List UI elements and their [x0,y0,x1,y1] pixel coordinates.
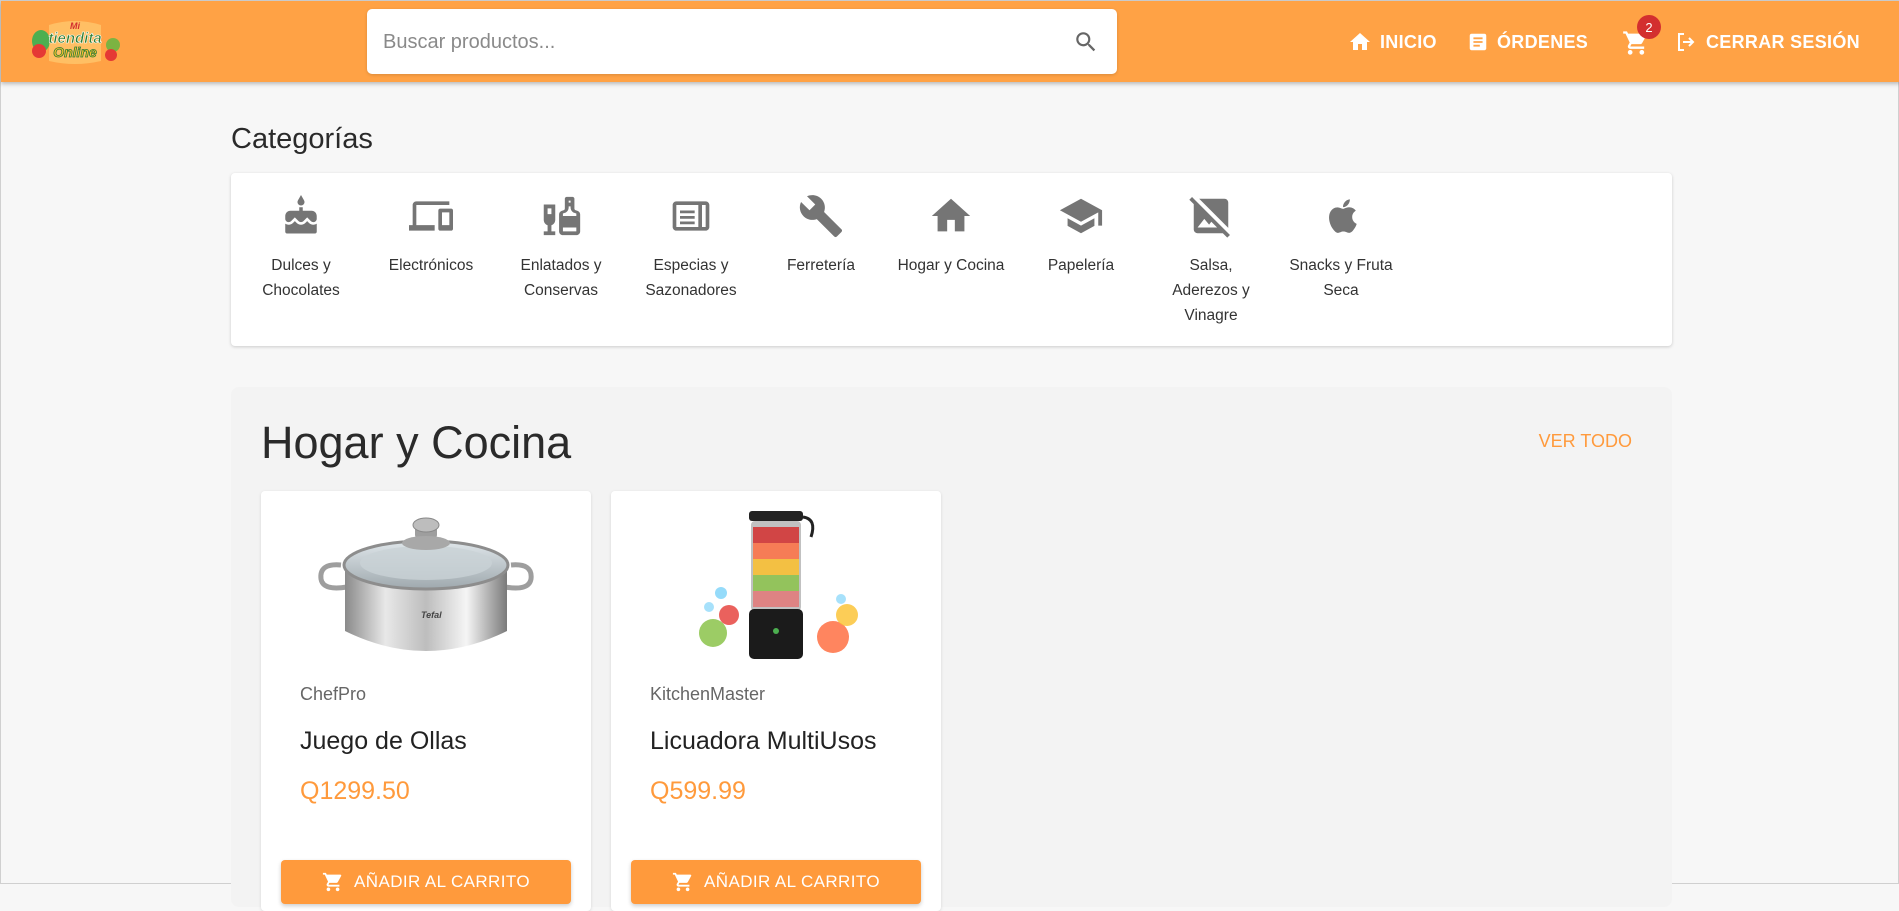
receipt-icon [1469,33,1487,51]
home-icon [928,193,974,239]
nav-orders-button[interactable]: ÓRDENES [1467,27,1588,57]
search-input[interactable] [381,9,1045,76]
product-price: Q1299.50 [300,777,410,805]
logout-icon [1678,33,1695,51]
nav-home-button[interactable]: INICIO [1348,27,1437,57]
shopping-cart-icon [672,872,692,892]
product-name[interactable]: Licuadora MultiUsos [650,727,877,756]
add-to-cart-label: AÑADIR AL CARRITO [704,872,880,891]
category-item-electronics[interactable]: Electrónicos [376,193,486,278]
app-bar: Mi tiendita Online INICIO ÓRDENES 2 CERR… [1,1,1899,82]
nav-orders-label: ÓRDENES [1497,31,1589,52]
product-card[interactable]: Tefal ChefPro Juego de Ollas Q1299.50 AÑ… [261,491,591,911]
logo-text-bottom: Online [53,44,97,60]
product-brand: KitchenMaster [650,684,766,704]
category-label: Salsa, Aderezos y Vinagre [1172,257,1250,324]
category-section: Hogar y Cocina VER TODO Tefal ChefPro Ju… [231,387,1672,911]
product-image-cooking-pot[interactable]: Tefal [301,503,551,665]
category-item-snacks[interactable]: Snacks y Fruta Seca [1286,193,1396,303]
wrench-icon [798,193,844,239]
category-label: Snacks y Fruta Seca [1289,257,1393,299]
categories-title: Categorías [231,123,373,155]
search-icon[interactable] [1071,27,1101,57]
category-item-hardware[interactable]: Ferretería [766,193,876,278]
microwave-icon [668,193,714,239]
see-all-link[interactable]: VER TODO [1539,431,1632,452]
cake-icon [278,193,324,239]
category-label: Ferretería [786,257,856,274]
category-item-sweets[interactable]: Dulces y Chocolates [246,193,356,303]
shopping-cart-icon [322,872,342,892]
add-to-cart-button[interactable]: AÑADIR AL CARRITO [281,860,571,904]
apple-icon [1318,193,1364,239]
product-brand: ChefPro [300,684,367,704]
category-item-home-kitchen[interactable]: Hogar y Cocina [896,193,1006,278]
add-to-cart-button[interactable]: AÑADIR AL CARRITO [631,860,921,904]
category-item-stationery[interactable]: Papelería [1026,193,1136,278]
categories-panel: Dulces y Chocolates Electrónicos Enlatad… [231,173,1672,346]
section-title: Hogar y Cocina [261,417,572,468]
category-label: Especias y Sazonadores [645,257,737,299]
add-to-cart-label: AÑADIR AL CARRITO [354,872,530,891]
product-card[interactable]: KitchenMaster Licuadora MultiUsos Q599.9… [611,491,941,911]
nav-logout-label: CERRAR SESIÓN [1706,31,1860,52]
home-icon [1350,33,1370,50]
product-image-portable-blender[interactable] [651,503,901,665]
nav-logout-button[interactable]: CERRAR SESIÓN [1674,27,1860,57]
category-item-spices[interactable]: Especias y Sazonadores [636,193,746,303]
product-price: Q599.99 [650,777,746,805]
cart-count-badge: 2 [1637,15,1661,39]
category-label: Papelería [1047,257,1115,274]
devices-icon [408,193,454,239]
category-item-sauces[interactable]: Salsa, Aderezos y Vinagre [1156,193,1266,328]
product-name[interactable]: Juego de Ollas [300,727,467,756]
school-icon [1058,193,1104,239]
svg-text:Tefal: Tefal [421,610,442,620]
store-logo[interactable]: Mi tiendita Online [29,15,121,67]
category-label: Electrónicos [388,257,474,274]
category-label: Hogar y Cocina [897,257,1005,274]
liquor-icon [538,193,584,239]
category-label: Enlatados y Conservas [520,257,602,299]
category-label: Dulces y Chocolates [262,257,340,299]
image-not-supported-icon [1188,193,1234,239]
search-bar [367,9,1117,76]
nav-home-label: INICIO [1380,31,1437,52]
category-item-canned[interactable]: Enlatados y Conservas [506,193,616,303]
